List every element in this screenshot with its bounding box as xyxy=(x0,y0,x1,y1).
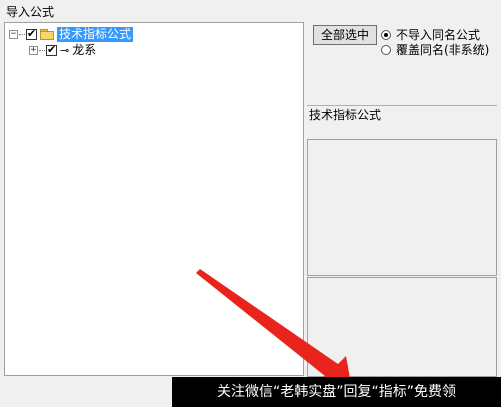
formula-description-panel xyxy=(307,139,497,276)
option-no-import-same-name[interactable]: 不导入同名公式 xyxy=(381,27,480,42)
formula-tree[interactable]: − ✔ 技术指标公式 + ✔ ⊸ 龙系 xyxy=(4,22,304,376)
tree-node-checkbox[interactable]: ✔ xyxy=(26,27,37,40)
collapse-icon[interactable]: − xyxy=(9,29,18,39)
tree-node-label[interactable]: 技术指标公式 xyxy=(57,26,134,42)
radio-button[interactable] xyxy=(381,44,391,55)
tree-node-label[interactable]: 龙系 xyxy=(72,43,96,58)
window-title: 导入公式 xyxy=(6,5,55,19)
expand-icon[interactable]: + xyxy=(29,45,38,55)
radio-label: 覆盖同名(非系统) xyxy=(396,43,490,57)
watermark-banner: 关注微信“老韩实盘”回复“指标”免费领 xyxy=(172,377,501,407)
tree-connector xyxy=(19,33,25,35)
radio-button[interactable] xyxy=(381,29,391,40)
title-bar: 导入公式 xyxy=(0,0,501,22)
option-overwrite-same-name[interactable]: 覆盖同名(非系统) xyxy=(381,42,489,57)
tree-node-technical-indicators[interactable]: − ✔ 技术指标公式 xyxy=(9,26,134,42)
select-all-button[interactable]: 全部选中 xyxy=(313,25,377,45)
formula-detail-panel xyxy=(307,277,497,377)
key-icon: ⊸ xyxy=(60,43,70,57)
tree-node-longxi[interactable]: + ✔ ⊸ 龙系 xyxy=(29,42,96,58)
category-label: 技术指标公式 xyxy=(309,108,382,122)
tree-connector xyxy=(39,49,45,51)
folder-icon xyxy=(40,28,54,40)
tree-node-checkbox[interactable]: ✔ xyxy=(46,43,57,56)
